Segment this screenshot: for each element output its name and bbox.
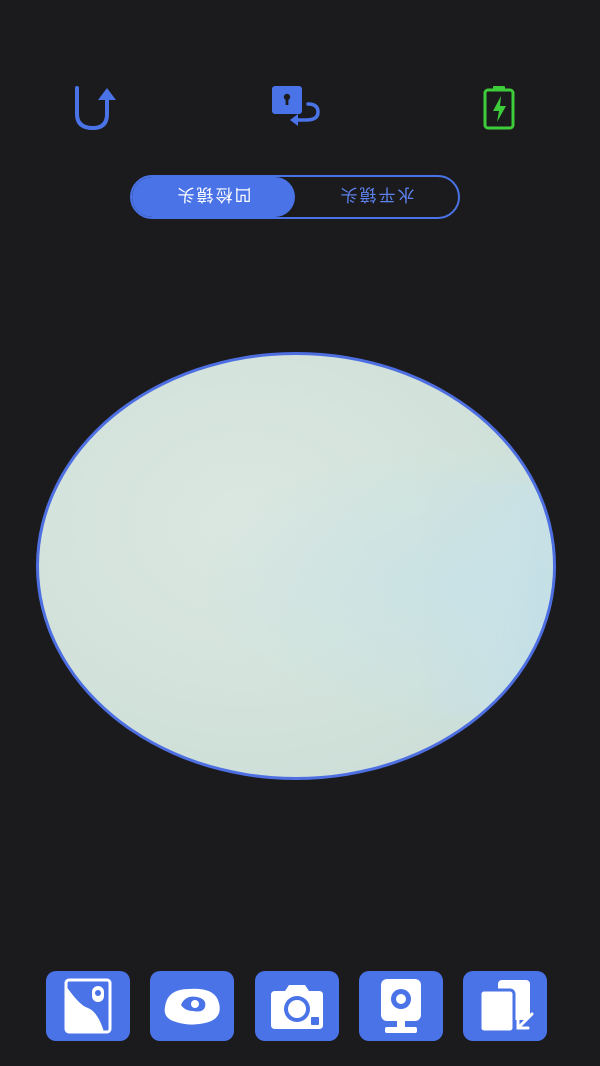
gallery-photo-icon [64, 978, 112, 1034]
camera-capture-icon [271, 985, 323, 1029]
gallery-button[interactable] [46, 971, 130, 1041]
rotate-back-arrow-icon [75, 86, 116, 131]
lens-option-active[interactable]: 凹检镜头 [132, 177, 295, 217]
viewfinder-shading [433, 481, 553, 714]
capture-button[interactable] [255, 971, 339, 1041]
rotate-button[interactable] [65, 80, 121, 136]
webcam-button[interactable] [359, 971, 443, 1041]
lens-option-inactive-label: 水平镜头 [338, 184, 415, 205]
switch-screen-icon [478, 980, 534, 1034]
switch-screen-button[interactable] [463, 971, 547, 1041]
lens-option-active-label: 凹检镜头 [175, 184, 252, 205]
battery-charging-icon [483, 86, 515, 130]
ear-mode-button[interactable] [150, 971, 234, 1041]
ear-icon [164, 988, 220, 1025]
unlock-rotation-button[interactable] [268, 80, 324, 136]
lens-switch: 凹检镜头 水平镜头 [130, 175, 460, 219]
camera-screen: 凹检镜头 水平镜头 [0, 0, 600, 1066]
battery-status [471, 80, 527, 136]
camera-viewfinder [36, 352, 556, 780]
lens-option-inactive[interactable]: 水平镜头 [295, 177, 458, 217]
webcam-icon [381, 979, 421, 1033]
unlock-rotate-icon [272, 86, 320, 126]
